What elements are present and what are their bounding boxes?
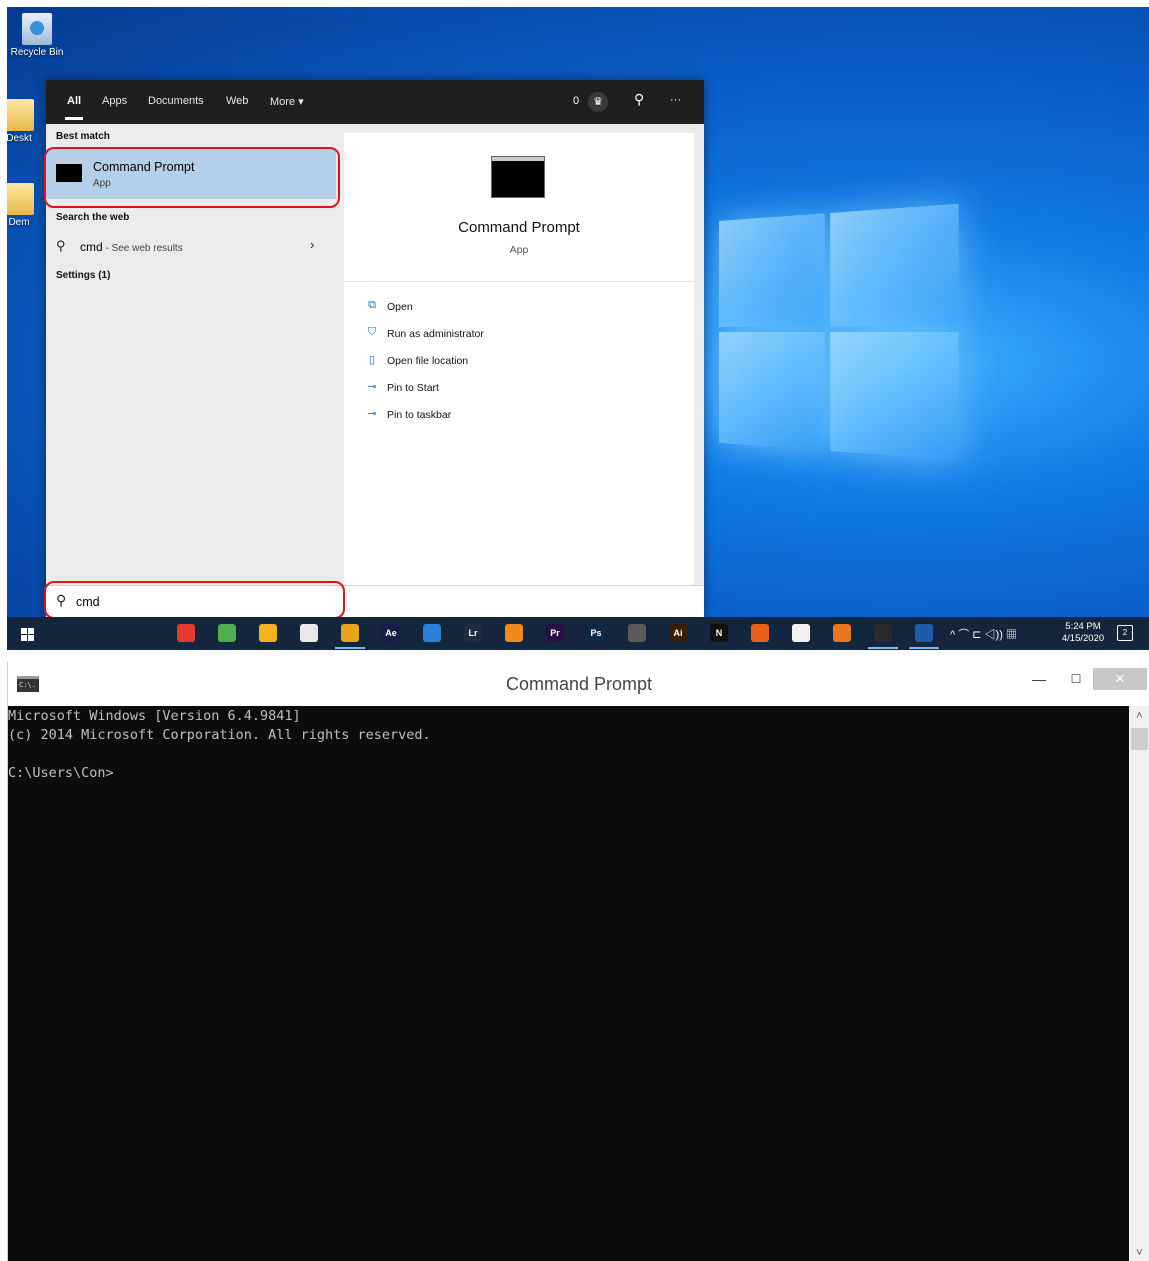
command-prompt-icon [492,157,544,197]
search-panel: All Apps Documents Web More ▾ 0 ♛ ⚲ ··· … [46,80,704,617]
maximize-button[interactable]: ☐ [1063,668,1089,690]
taskbar-app-blender[interactable] [833,624,851,642]
command-prompt-window: C:\. Command Prompt — ☐ ✕ Microsoft Wind… [7,662,1149,1261]
command-prompt-icon [56,161,82,182]
chevron-right-icon: › [310,237,315,252]
minimize-button[interactable]: — [1026,668,1052,690]
action-label: Run as administrator [387,328,484,340]
action-label: Open [387,301,413,313]
action-center-icon[interactable]: 2 [1117,625,1133,641]
tab-more[interactable]: More ▾ [270,95,304,108]
action-label: Pin to taskbar [387,409,452,421]
rewards-icon[interactable]: ♛ [588,92,608,112]
action-label: Open file location [387,355,469,367]
taskbar-app-after-effects[interactable]: Ae [382,624,400,642]
web-result-row[interactable]: ⚲ cmd - See web results › [46,234,336,262]
taskbar-app-vlc[interactable] [505,624,523,642]
taskbar-app-powershell[interactable] [915,624,933,642]
taskbar-active-indicator [335,647,365,649]
desktop-icon-recycle-bin[interactable]: Recycle Bin [7,13,67,58]
taskbar-app-photoshop[interactable]: Ps [587,624,605,642]
pin-icon: ⊸ [367,408,377,420]
preview-subtitle: App [509,244,529,256]
taskbar-app-utorrent[interactable] [218,624,236,642]
taskbar-app-chrome[interactable] [341,624,359,642]
open-icon: ⧉ [368,299,376,311]
pin-icon: ⊸ [367,381,377,393]
taskbar-active-indicator [909,647,939,649]
tab-apps[interactable]: Apps [102,95,127,107]
taskbar-app-cmd[interactable] [874,624,892,642]
folder-icon [7,99,34,131]
taskbar-app-store[interactable] [300,624,318,642]
web-query: cmd [80,240,103,254]
desktop-icon-label: Deskt [7,133,32,144]
best-match-title: Command Prompt [93,160,195,174]
action-label: Pin to Start [387,382,439,394]
best-match-subtitle: App [93,178,111,189]
taskbar-app-premiere[interactable]: Pr [546,624,564,642]
vertical-scrollbar[interactable]: ˄ ˅ [1129,706,1149,1261]
search-box[interactable]: ⚲ [46,585,704,617]
taskbar-active-indicator [868,647,898,649]
scrollbar-thumb[interactable] [1131,728,1148,750]
search-input[interactable] [76,591,336,613]
recycle-bin-icon [22,13,52,45]
taskbar-app-davinci[interactable] [628,624,646,642]
scroll-up-icon[interactable]: ˄ [1129,710,1149,722]
search-web-header: Search the web [56,212,130,223]
clock[interactable]: 5:24 PM 4/15/2020 [1055,621,1111,645]
divider [344,281,694,282]
search-scope-bar: All Apps Documents Web More ▾ 0 ♛ ⚲ ··· [46,80,704,124]
start-button[interactable] [10,620,44,648]
feedback-icon[interactable]: ⚲ [634,91,644,108]
best-match-result[interactable]: Command Prompt App [46,149,336,199]
shield-icon: ⛉ [367,326,377,338]
console-area[interactable]: Microsoft Windows [Version 6.4.9841] (c)… [8,706,1129,1261]
taskbar-app-anydesk[interactable] [177,624,195,642]
desktop-icon-label: Recycle Bin [10,47,64,58]
tab-web[interactable]: Web [226,95,248,107]
web-result-text: cmd - See web results [80,240,183,254]
close-button[interactable]: ✕ [1093,668,1147,690]
reward-points-count: 0 [573,95,580,107]
desktop-icon-deskt[interactable]: Deskt [7,99,49,144]
taskbar-app-illustrator[interactable]: Ai [669,624,687,642]
taskbar-app-netflix[interactable]: N [710,624,728,642]
taskbar: Ae Lr Pr Ps Ai N ^ ⌒ ⊏ ◁)) ▦ 5:24 PM 4/15/202… [7,617,1149,650]
taskbar-app-file-explorer[interactable] [259,624,277,642]
taskbar-app-mail[interactable] [423,624,441,642]
folder-icon [7,183,34,215]
settings-header[interactable]: Settings (1) [56,270,110,281]
taskbar-app-chat[interactable] [792,624,810,642]
search-icon: ⚲ [56,592,67,608]
screenshot-root: Recycle Bin Deskt Dem All Apps Documents… [0,0,1149,1261]
window-title: Command Prompt [505,674,653,694]
system-tray-icons[interactable]: ^ ⌒ ⊏ ◁)) ▦ [950,626,1017,642]
tab-documents[interactable]: Documents [148,95,204,107]
results-list: Best match Command Prompt App Search the… [46,124,336,617]
desktop-icon-label: Dem [8,217,30,228]
scroll-down-icon[interactable]: ˅ [1129,1247,1149,1259]
title-bar[interactable]: C:\. Command Prompt — ☐ ✕ [8,662,1149,706]
tab-all[interactable]: All [64,95,84,120]
desktop-icon-dem[interactable]: Dem [7,183,49,228]
clock-date: 4/15/2020 [1061,633,1105,644]
clock-time: 5:24 PM [1065,621,1101,632]
console-output: Microsoft Windows [Version 6.4.9841] (c)… [8,708,431,781]
file-location-icon: ▯ [368,354,376,366]
result-preview-pane: Command Prompt App ⧉ Open ⛉ Run as admin… [344,133,694,617]
preview-title: Command Prompt [458,219,580,236]
windows-logo-wallpaper [719,203,959,461]
search-icon: ⚲ [56,238,66,253]
more-options-button[interactable]: ··· [670,94,681,106]
taskbar-app-lightroom[interactable]: Lr [464,624,482,642]
web-note: - See web results [102,243,183,254]
best-match-header: Best match [56,131,110,142]
taskbar-app-app-orange[interactable] [751,624,769,642]
